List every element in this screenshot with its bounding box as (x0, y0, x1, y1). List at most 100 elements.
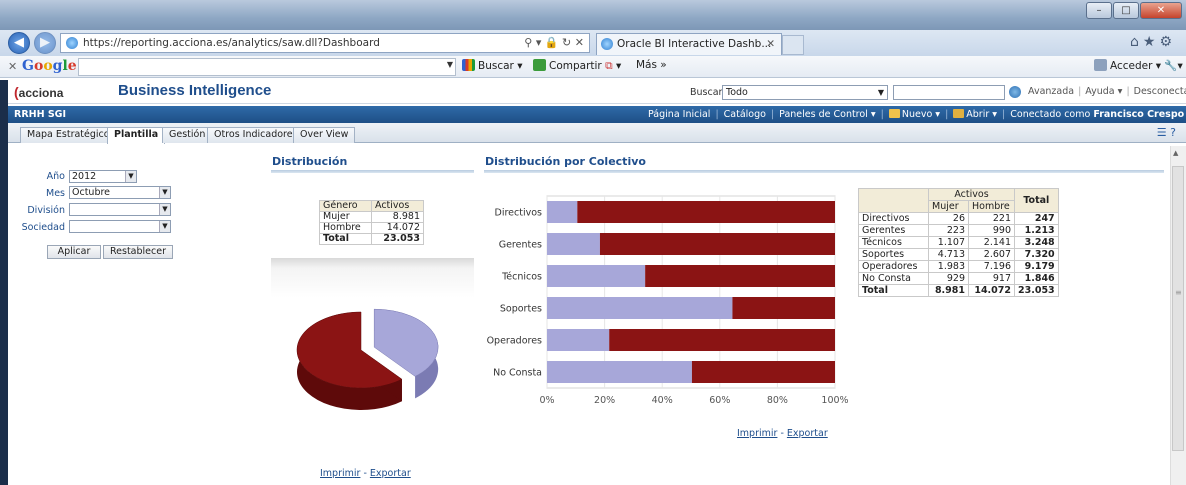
scroll-up-icon[interactable]: ▲ (1173, 149, 1178, 157)
logout-link[interactable]: Desconectar (1134, 86, 1186, 97)
category-label: Gerentes (499, 240, 542, 251)
bar-segment-mujer[interactable] (547, 361, 692, 383)
catalog-link[interactable]: Catálogo (724, 109, 766, 120)
bar-segment-hombre[interactable] (732, 297, 835, 319)
wrench-icon[interactable]: 🔧 (1164, 60, 1177, 72)
total-row: Total 8.981 14.072 23.053 (858, 284, 1059, 297)
print-link[interactable]: Imprimir (737, 428, 777, 439)
close-window-button[interactable]: ✕ (1140, 2, 1182, 19)
address-bar[interactable]: https://reporting.acciona.es/analytics/s… (60, 33, 590, 53)
search-scope-select[interactable]: Todo ▼ (722, 85, 888, 100)
open-menu[interactable]: Abrir ▾ (953, 109, 997, 120)
browser-tab[interactable]: Oracle BI Interactive Dashb... ✕ (596, 33, 782, 55)
address-url: https://reporting.acciona.es/analytics/s… (83, 37, 380, 49)
help-menu[interactable]: Ayuda ▾ (1085, 86, 1122, 97)
print-link[interactable]: Imprimir (320, 468, 360, 479)
forward-button[interactable]: ▶ (34, 32, 56, 54)
signin-button[interactable]: Acceder ▾ 🔧▾ (1094, 59, 1183, 72)
category-cell: Gerentes (858, 224, 929, 237)
home-link[interactable]: Página Inicial (648, 109, 710, 120)
chevron-down-icon[interactable]: ▼ (447, 60, 453, 69)
minimize-button[interactable]: – (1086, 2, 1112, 19)
bar-segment-mujer[interactable] (547, 329, 610, 351)
company-select[interactable]: ▼ (69, 220, 171, 233)
bar-segment-hombre[interactable] (645, 265, 835, 287)
window-controls: – □ ✕ (1085, 2, 1182, 19)
bar-segment-hombre[interactable] (577, 201, 835, 223)
google-search-button[interactable]: Buscar ▾ (462, 59, 522, 72)
browser-toolbar-icons[interactable]: ⌂★⚙ (1130, 34, 1176, 50)
tab-otros-indicadores[interactable]: Otros Indicadores (207, 127, 305, 143)
category-cell: Soportes (858, 248, 929, 261)
chevron-down-icon: ▼ (125, 171, 136, 182)
share-icon (533, 59, 546, 71)
table-row: Técnicos 1.107 2.141 3.248 (858, 236, 1059, 249)
x-tick-label: 80% (767, 395, 788, 406)
export-link[interactable]: Exportar (370, 468, 411, 479)
address-controls[interactable]: ⚲ ▾ 🔒 ↻ ✕ (524, 34, 584, 52)
help-icon[interactable]: ? (1170, 126, 1176, 139)
female-cell: 26 (928, 212, 969, 225)
bar-segment-hombre[interactable] (691, 361, 835, 383)
corner-cell (858, 188, 929, 213)
page-options-icons[interactable]: ☰ ? (1157, 126, 1176, 139)
user-menu[interactable]: Francisco Crespo Sastre ▾ (1093, 109, 1186, 120)
bar-segment-hombre[interactable] (609, 329, 835, 351)
tab-over-view[interactable]: Over View (293, 127, 356, 143)
chevron-down-icon: ▼ (159, 204, 170, 215)
division-select[interactable]: ▼ (69, 203, 171, 216)
ie-icon (601, 38, 613, 50)
total-value: 23.053 (371, 233, 424, 245)
home-icon[interactable]: ⌂ (1130, 34, 1143, 50)
search-go-icon[interactable] (1009, 86, 1021, 98)
category-label: Directivos (495, 208, 543, 219)
tab-plantilla[interactable]: Plantilla (107, 127, 166, 144)
page-options-icon[interactable]: ☰ (1157, 126, 1167, 139)
more-button[interactable]: Más » (636, 59, 667, 71)
new-menu[interactable]: Nuevo ▾ (888, 109, 940, 120)
new-tab-button[interactable] (782, 35, 804, 55)
tab-mapa-estrategico[interactable]: Mapa Estratégico (20, 127, 117, 143)
distribution-links: Imprimir - Exportar (320, 468, 411, 479)
bar-segment-mujer[interactable] (547, 233, 600, 255)
export-link[interactable]: Exportar (787, 428, 828, 439)
reset-button[interactable]: Restablecer (103, 245, 173, 259)
dashboards-menu[interactable]: Paneles de Control ▾ (779, 109, 875, 120)
female-cell: 4.713 (928, 248, 969, 261)
grip-icon: ≡ (1175, 288, 1182, 297)
bar-segment-hombre[interactable] (599, 233, 835, 255)
tab-gestion[interactable]: Gestión (162, 127, 213, 143)
search-input[interactable] (893, 85, 1005, 100)
favorites-star-icon[interactable]: ★ (1143, 34, 1160, 50)
maximize-button[interactable]: □ (1113, 2, 1139, 19)
scrollbar-thumb[interactable] (1172, 166, 1184, 451)
collective-links: Imprimir - Exportar (737, 428, 828, 439)
table-row: Mujer 8.981 (319, 211, 424, 223)
chevron-down-icon: ▼ (159, 221, 170, 232)
total-cell: 3.248 (1014, 236, 1059, 249)
month-select[interactable]: Octubre ▼ (69, 186, 171, 199)
female-cell: 929 (928, 272, 969, 285)
table-row: No Consta 929 917 1.846 (858, 272, 1059, 285)
category-cell: Operadores (858, 260, 929, 273)
google-search-input[interactable]: ▼ (78, 58, 456, 76)
gender-table: Género Activos Mujer 8.981 Hombre 14.072… (319, 200, 424, 245)
ie-icon (66, 37, 78, 49)
back-button[interactable]: ◀ (8, 32, 30, 54)
collective-underline (484, 170, 1164, 173)
total-all: 23.053 (1014, 284, 1059, 297)
year-select[interactable]: 2012 ▼ (69, 170, 137, 183)
total-label: Total (858, 284, 929, 297)
close-tab-icon[interactable]: ✕ (766, 34, 775, 54)
bar-segment-mujer[interactable] (547, 297, 733, 319)
gear-icon[interactable]: ⚙ (1159, 34, 1176, 50)
advanced-link[interactable]: Avanzada (1028, 86, 1074, 97)
bar-segment-mujer[interactable] (547, 201, 578, 223)
share-button[interactable]: Compartir ⧉ ▾ (533, 59, 621, 73)
distribution-underline (271, 170, 474, 173)
bar-segment-mujer[interactable] (547, 265, 646, 287)
close-toolbar-icon[interactable]: ✕ (8, 60, 17, 73)
total-label: Total (319, 233, 372, 245)
apply-button[interactable]: Aplicar (47, 245, 101, 259)
male-header: Hombre (968, 200, 1015, 213)
